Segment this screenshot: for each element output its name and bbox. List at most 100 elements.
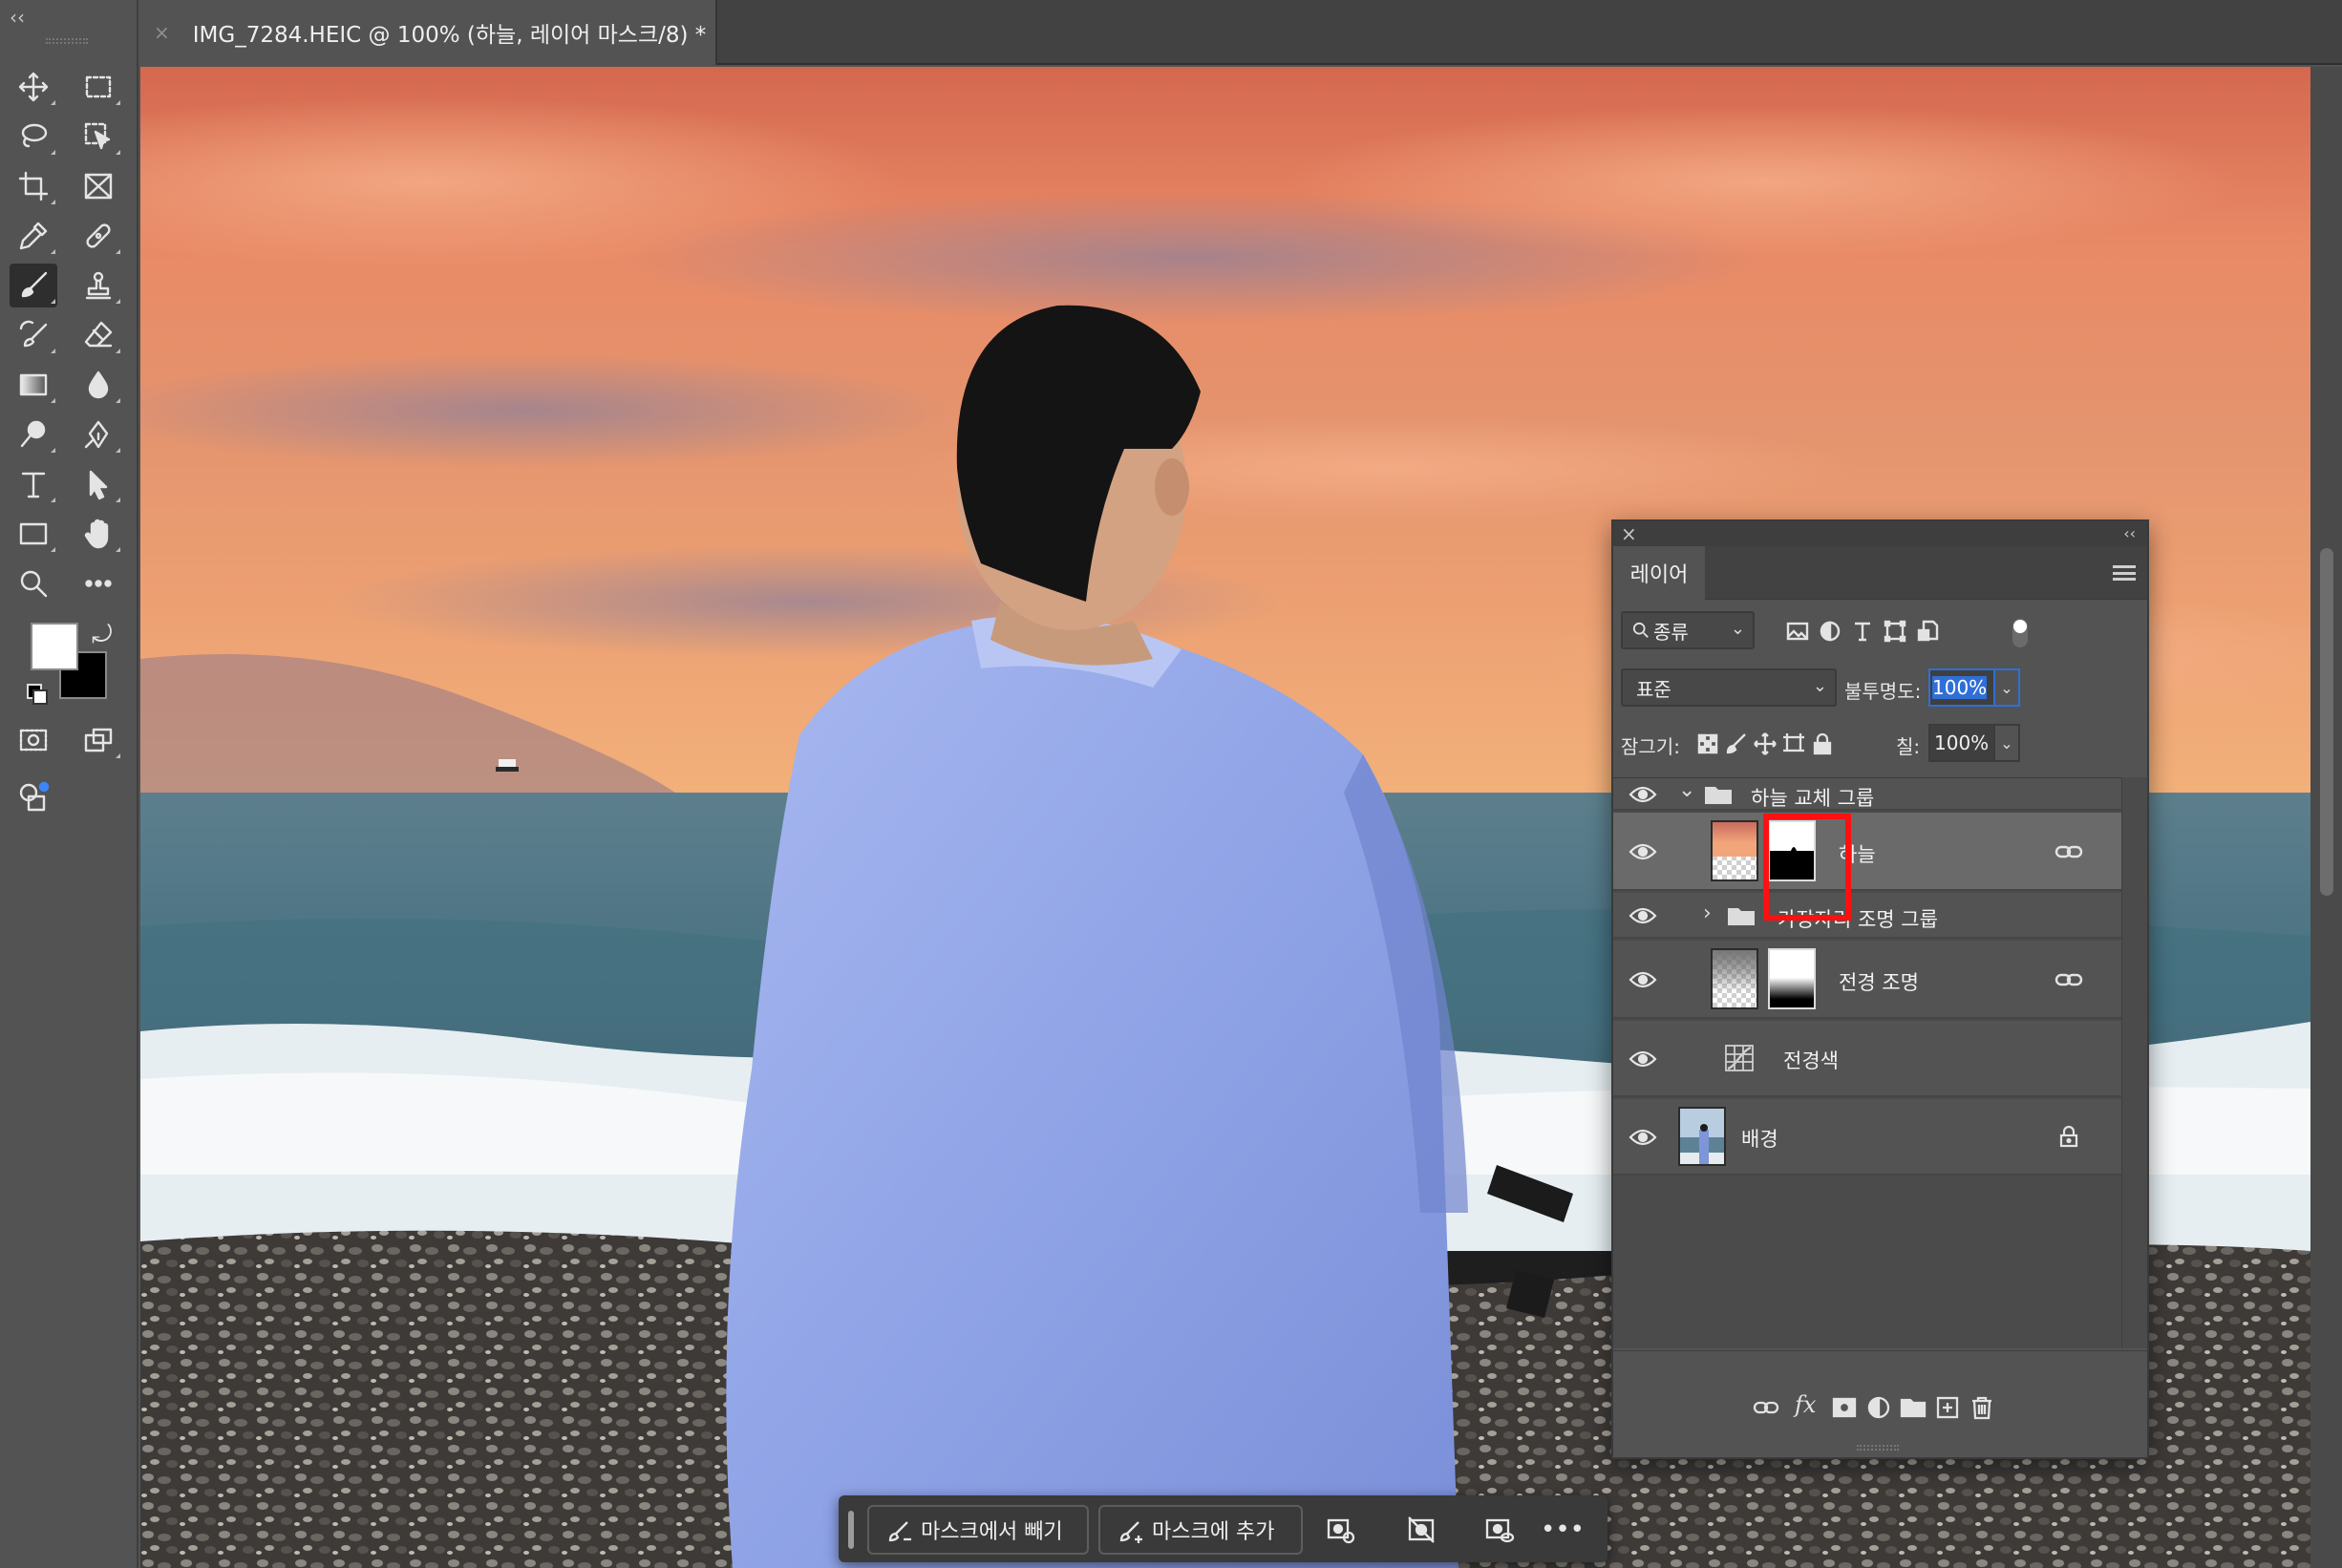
eye-icon[interactable] bbox=[1629, 1128, 1657, 1147]
scrollbar-thumb[interactable] bbox=[2320, 548, 2333, 896]
task-bar-grip[interactable] bbox=[848, 1511, 854, 1549]
quick-mask-button[interactable] bbox=[10, 718, 57, 762]
panel-close-icon[interactable]: × bbox=[1621, 521, 1637, 546]
hand-tool[interactable] bbox=[75, 512, 122, 556]
lock-icon[interactable] bbox=[2056, 1124, 2081, 1149]
panel-title-bar[interactable]: × ‹‹ bbox=[1613, 521, 2147, 546]
tab-layers[interactable]: 레이어 bbox=[1613, 546, 1705, 600]
swap-colors-icon[interactable]: ⤾ bbox=[92, 621, 113, 650]
layer-row-background[interactable]: 배경 bbox=[1613, 1099, 2121, 1176]
document-tab[interactable]: × IMG_7284.HEIC @ 100% (하늘, 레이어 마스크/8) * bbox=[140, 0, 717, 65]
more-tools[interactable] bbox=[75, 562, 122, 605]
opacity-input[interactable]: 100% bbox=[1928, 668, 1995, 707]
link-icon[interactable] bbox=[2055, 842, 2083, 861]
layer-thumbnail[interactable] bbox=[1678, 1107, 1726, 1166]
new-layer-button[interactable] bbox=[1932, 1393, 1963, 1422]
mask-icon bbox=[1832, 1397, 1857, 1418]
filter-toggle-switch[interactable] bbox=[2012, 619, 2028, 647]
layer-list-scrollbar[interactable] bbox=[2121, 777, 2147, 1348]
zoom-tool[interactable] bbox=[10, 562, 57, 605]
layer-kind-filter[interactable]: 종류 ⌄ bbox=[1621, 611, 1755, 649]
layer-row-edge-lighting-group[interactable]: › 가장자리 조명 그룹 bbox=[1613, 893, 2121, 939]
object-selection-tool[interactable] bbox=[75, 115, 122, 159]
filter-pixel-button[interactable] bbox=[1783, 617, 1812, 646]
filter-shape-button[interactable] bbox=[1881, 617, 1909, 646]
link-layers-button[interactable] bbox=[1751, 1393, 1781, 1422]
fill-slider-toggle[interactable]: ⌄ bbox=[1995, 724, 2020, 762]
rectangle-tool[interactable] bbox=[10, 512, 57, 556]
layer-thumbnail[interactable] bbox=[1711, 820, 1758, 881]
default-colors-icon[interactable] bbox=[27, 684, 48, 705]
fill-input[interactable]: 100% bbox=[1928, 724, 1995, 762]
filter-smart-object-button[interactable] bbox=[1913, 617, 1942, 646]
new-adjustment-layer-button[interactable] bbox=[1863, 1393, 1894, 1422]
chevron-down-icon[interactable]: ⌄ bbox=[1678, 778, 1695, 802]
layer-mask-thumbnail[interactable] bbox=[1768, 948, 1816, 1009]
crop-tool[interactable] bbox=[10, 164, 57, 208]
dodge-tool[interactable] bbox=[10, 413, 57, 456]
lock-position-button[interactable] bbox=[1751, 730, 1779, 758]
layer-row-foreground-lighting[interactable]: 전경 조명 bbox=[1613, 941, 2121, 1019]
history-brush-tool[interactable] bbox=[10, 313, 57, 357]
lock-transparent-pixels-button[interactable] bbox=[1693, 730, 1722, 758]
brush-tool[interactable] bbox=[10, 264, 57, 307]
delete-layer-button[interactable] bbox=[1967, 1393, 1997, 1422]
eraser-tool[interactable] bbox=[75, 313, 122, 357]
foreground-color-swatch[interactable] bbox=[31, 623, 78, 670]
blend-mode-select[interactable]: 표준 ⌄ bbox=[1621, 668, 1837, 707]
panel-resize-grip[interactable] bbox=[1857, 1445, 1899, 1451]
mask-options-button[interactable] bbox=[1324, 1513, 1358, 1547]
type-tool[interactable] bbox=[10, 462, 57, 506]
close-tab-icon[interactable]: × bbox=[154, 21, 170, 44]
frame-tool[interactable] bbox=[75, 164, 122, 208]
lock-all-button[interactable] bbox=[1808, 730, 1837, 758]
link-icon[interactable] bbox=[2055, 970, 2083, 989]
eye-icon[interactable] bbox=[1629, 842, 1657, 861]
fx-icon[interactable]: fx bbox=[1795, 1391, 1816, 1418]
move-tool[interactable] bbox=[10, 65, 57, 109]
layer-thumbnail[interactable] bbox=[1711, 948, 1758, 1009]
view-mask-button[interactable] bbox=[1482, 1513, 1517, 1547]
more-options-button[interactable]: ••• bbox=[1541, 1513, 1585, 1547]
disable-mask-button[interactable] bbox=[1404, 1513, 1438, 1547]
eye-icon[interactable] bbox=[1629, 785, 1657, 804]
lasso-tool[interactable] bbox=[10, 115, 57, 159]
toolbar-grip[interactable] bbox=[46, 38, 88, 44]
screen-mode-button[interactable] bbox=[75, 718, 122, 762]
blur-tool[interactable] bbox=[75, 363, 122, 407]
eyedropper-tool[interactable] bbox=[10, 214, 57, 258]
gradient-tool[interactable] bbox=[10, 363, 57, 407]
eye-icon[interactable] bbox=[1629, 906, 1657, 925]
eye-icon[interactable] bbox=[1629, 1049, 1657, 1069]
eye-icon[interactable] bbox=[1629, 970, 1657, 989]
pen-tool[interactable] bbox=[75, 413, 122, 456]
toolbar-collapse-button[interactable]: ‹‹ bbox=[10, 8, 25, 27]
layer-row-sky[interactable]: 하늘 bbox=[1613, 813, 2121, 891]
add-mask-button[interactable] bbox=[1829, 1393, 1860, 1422]
add-to-mask-button[interactable]: 마스크에 추가 bbox=[1098, 1505, 1303, 1555]
marquee-tool[interactable] bbox=[75, 65, 122, 109]
chevron-right-icon[interactable]: › bbox=[1703, 901, 1712, 925]
layer-row-sky-replacement-group[interactable]: ⌄ 하늘 교체 그룹 bbox=[1613, 778, 2121, 811]
filter-type-button[interactable] bbox=[1848, 617, 1877, 646]
curves-adjustment-icon bbox=[1724, 1044, 1755, 1072]
clone-stamp-tool[interactable] bbox=[75, 264, 122, 307]
zoom-icon bbox=[20, 570, 48, 598]
lock-artboard-button[interactable] bbox=[1779, 730, 1808, 758]
share-edit-button[interactable] bbox=[10, 775, 57, 819]
folder-icon bbox=[1900, 1398, 1927, 1418]
new-group-button[interactable] bbox=[1898, 1393, 1928, 1422]
path-selection-tool[interactable] bbox=[75, 462, 122, 506]
filter-adjustment-button[interactable] bbox=[1816, 617, 1844, 646]
canvas-vertical-scrollbar[interactable] bbox=[2310, 67, 2342, 1568]
subtract-from-mask-button[interactable]: 마스크에서 빼기 bbox=[867, 1505, 1089, 1555]
panel-collapse-icon[interactable]: ‹‹ bbox=[2123, 521, 2136, 546]
panel-menu-icon[interactable] bbox=[2113, 565, 2136, 581]
healing-brush-tool[interactable] bbox=[75, 214, 122, 258]
tool-flyout-indicator bbox=[51, 498, 55, 502]
layer-row-foreground-color[interactable]: 전경색 bbox=[1613, 1021, 2121, 1097]
document-title: IMG_7284.HEIC @ 100% (하늘, 레이어 마스크/8) * bbox=[192, 23, 707, 48]
lock-image-pixels-button[interactable] bbox=[1722, 730, 1751, 758]
rectangle-icon bbox=[19, 522, 48, 545]
opacity-slider-toggle[interactable]: ⌄ bbox=[1995, 668, 2020, 707]
